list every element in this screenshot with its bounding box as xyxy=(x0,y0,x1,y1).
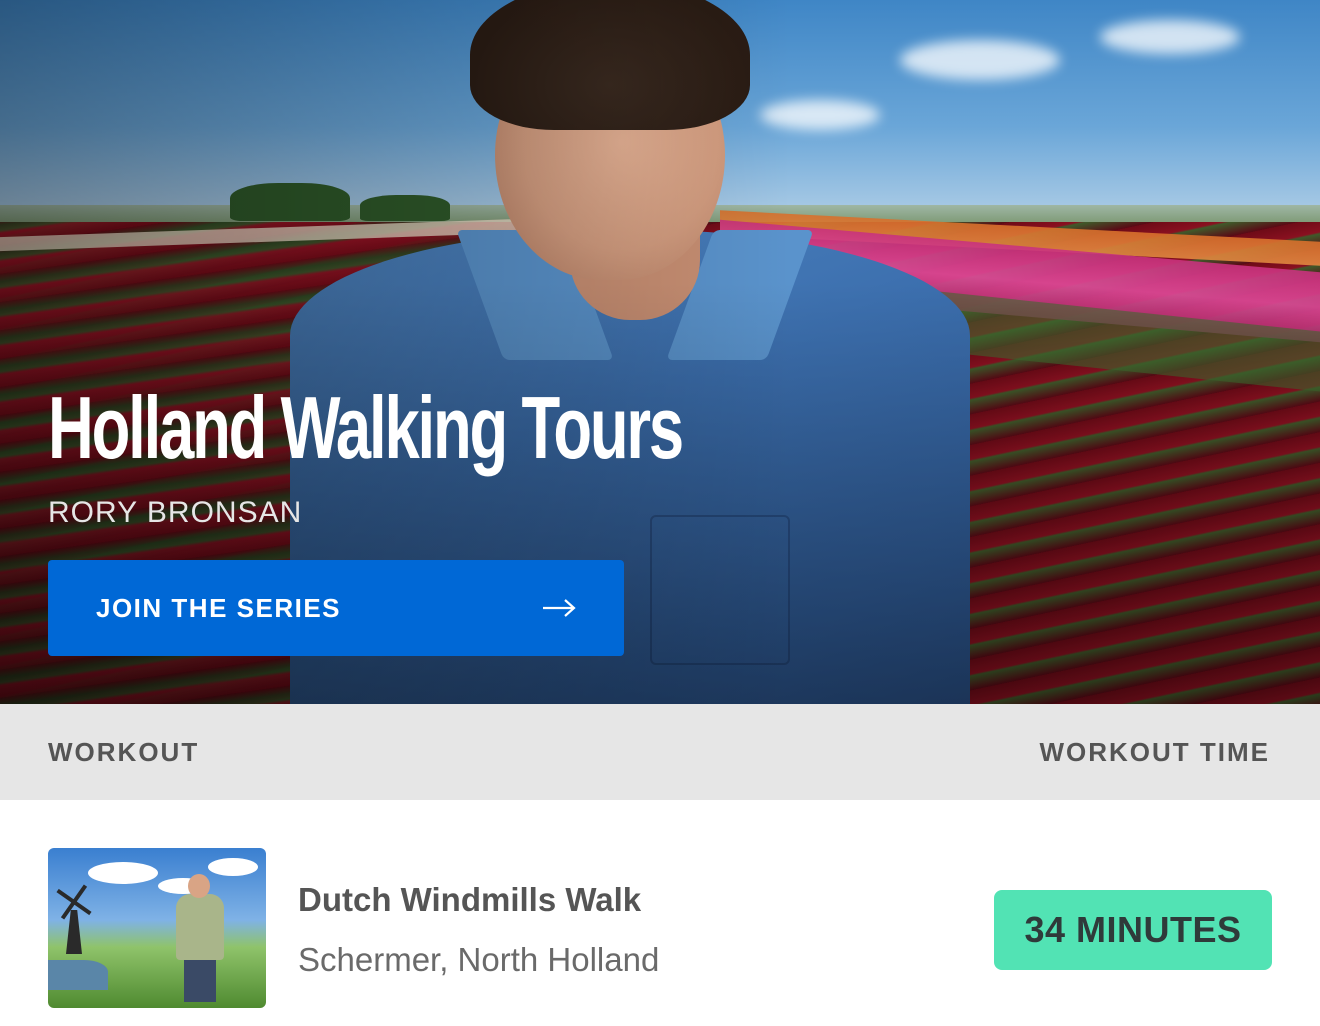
thumb-cloud xyxy=(208,858,258,876)
series-author: RORY BRONSAN xyxy=(48,496,303,529)
thumb-canal xyxy=(48,960,108,990)
column-header-workout: WORKOUT xyxy=(48,736,200,767)
workout-table-header: WORKOUT WORKOUT TIME xyxy=(0,704,1320,800)
thumb-person-head xyxy=(188,874,210,898)
join-series-button[interactable]: JOIN THE SERIES xyxy=(48,560,624,656)
join-series-label: JOIN THE SERIES xyxy=(96,592,341,623)
workout-location: Schermer, North Holland xyxy=(298,941,660,978)
workout-thumbnail[interactable] xyxy=(48,848,266,1008)
thumb-cloud xyxy=(88,862,158,884)
arrow-right-icon xyxy=(543,599,576,617)
series-page: Holland Walking Tours RORY BRONSAN JOIN … xyxy=(0,0,1320,1026)
column-header-workout-time: WORKOUT TIME xyxy=(1039,736,1270,767)
thumb-person-legs xyxy=(184,958,216,1002)
hero-banner: Holland Walking Tours RORY BRONSAN JOIN … xyxy=(0,0,1320,704)
series-title: Holland Walking Tours xyxy=(48,378,684,477)
windmill-icon xyxy=(66,910,82,954)
workout-title[interactable]: Dutch Windmills Walk xyxy=(298,880,641,920)
workout-duration-badge: 34 MINUTES xyxy=(994,890,1272,970)
thumb-person-body xyxy=(176,894,224,960)
workout-duration: 34 MINUTES xyxy=(1024,909,1242,950)
